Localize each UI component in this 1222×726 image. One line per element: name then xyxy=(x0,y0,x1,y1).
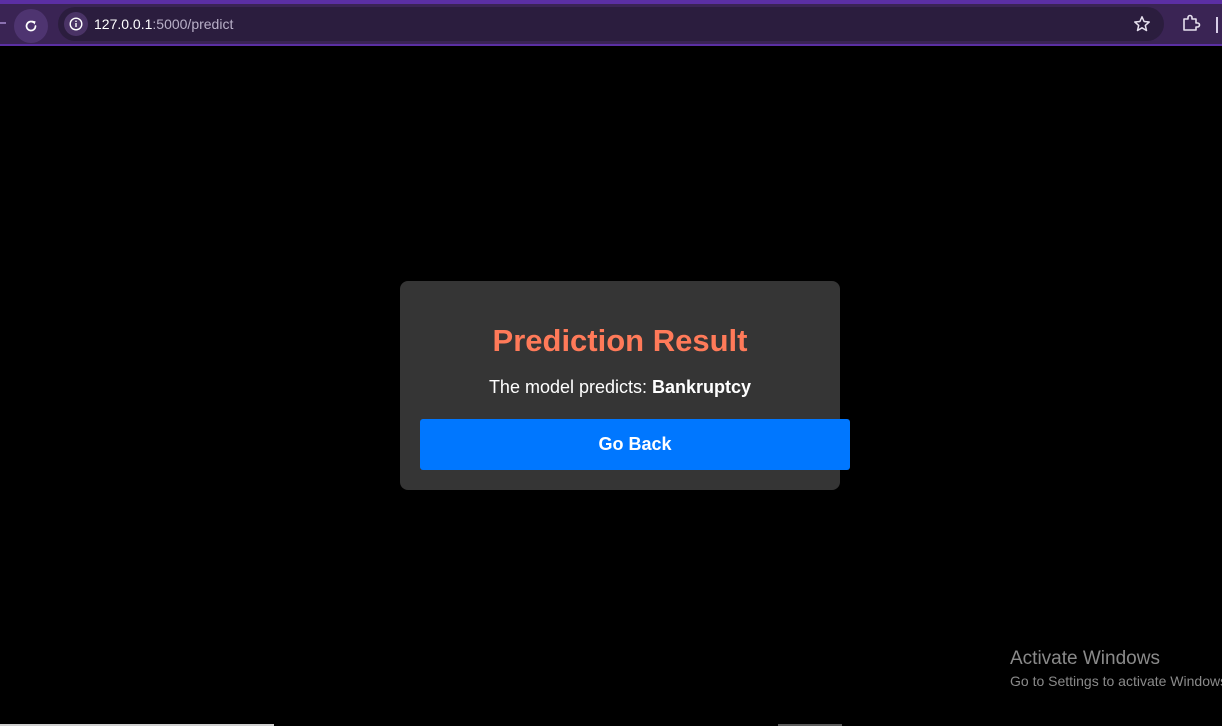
url-path: :5000/predict xyxy=(152,16,234,32)
prediction-card: Prediction Result The model predicts: Ba… xyxy=(400,281,850,490)
reload-button[interactable] xyxy=(14,9,48,43)
address-bar[interactable]: 127.0.0.1:5000/predict xyxy=(58,7,1164,41)
watermark-subtitle: Go to Settings to activate Windows. xyxy=(1010,673,1222,689)
browser-toolbar: 127.0.0.1:5000/predict xyxy=(0,0,1222,44)
prediction-value: Bankruptcy xyxy=(652,377,752,397)
url-host: 127.0.0.1 xyxy=(94,16,153,32)
url-text[interactable]: 127.0.0.1:5000/predict xyxy=(94,16,233,32)
prediction-label: The model predicts: xyxy=(488,377,653,397)
puzzle-icon xyxy=(1183,14,1201,31)
profile-menu-edge[interactable] xyxy=(1216,17,1218,33)
prediction-text: The model predicts: Bankruptcy xyxy=(400,376,840,398)
extensions-button[interactable] xyxy=(1180,12,1202,34)
bookmark-button[interactable] xyxy=(1132,14,1152,34)
page-title: Prediction Result xyxy=(492,323,748,358)
back-arrow-icon[interactable] xyxy=(0,22,6,24)
reload-icon xyxy=(25,20,37,32)
watermark-title: Activate Windows xyxy=(1010,648,1160,669)
site-info-button[interactable] xyxy=(64,12,88,36)
star-icon xyxy=(1134,16,1150,32)
toolbar-divider xyxy=(0,44,1222,46)
go-back-button[interactable]: Go Back xyxy=(420,419,850,470)
activate-windows-watermark: Activate Windows Go to Settings to activ… xyxy=(1010,648,1222,692)
info-icon xyxy=(69,17,83,31)
